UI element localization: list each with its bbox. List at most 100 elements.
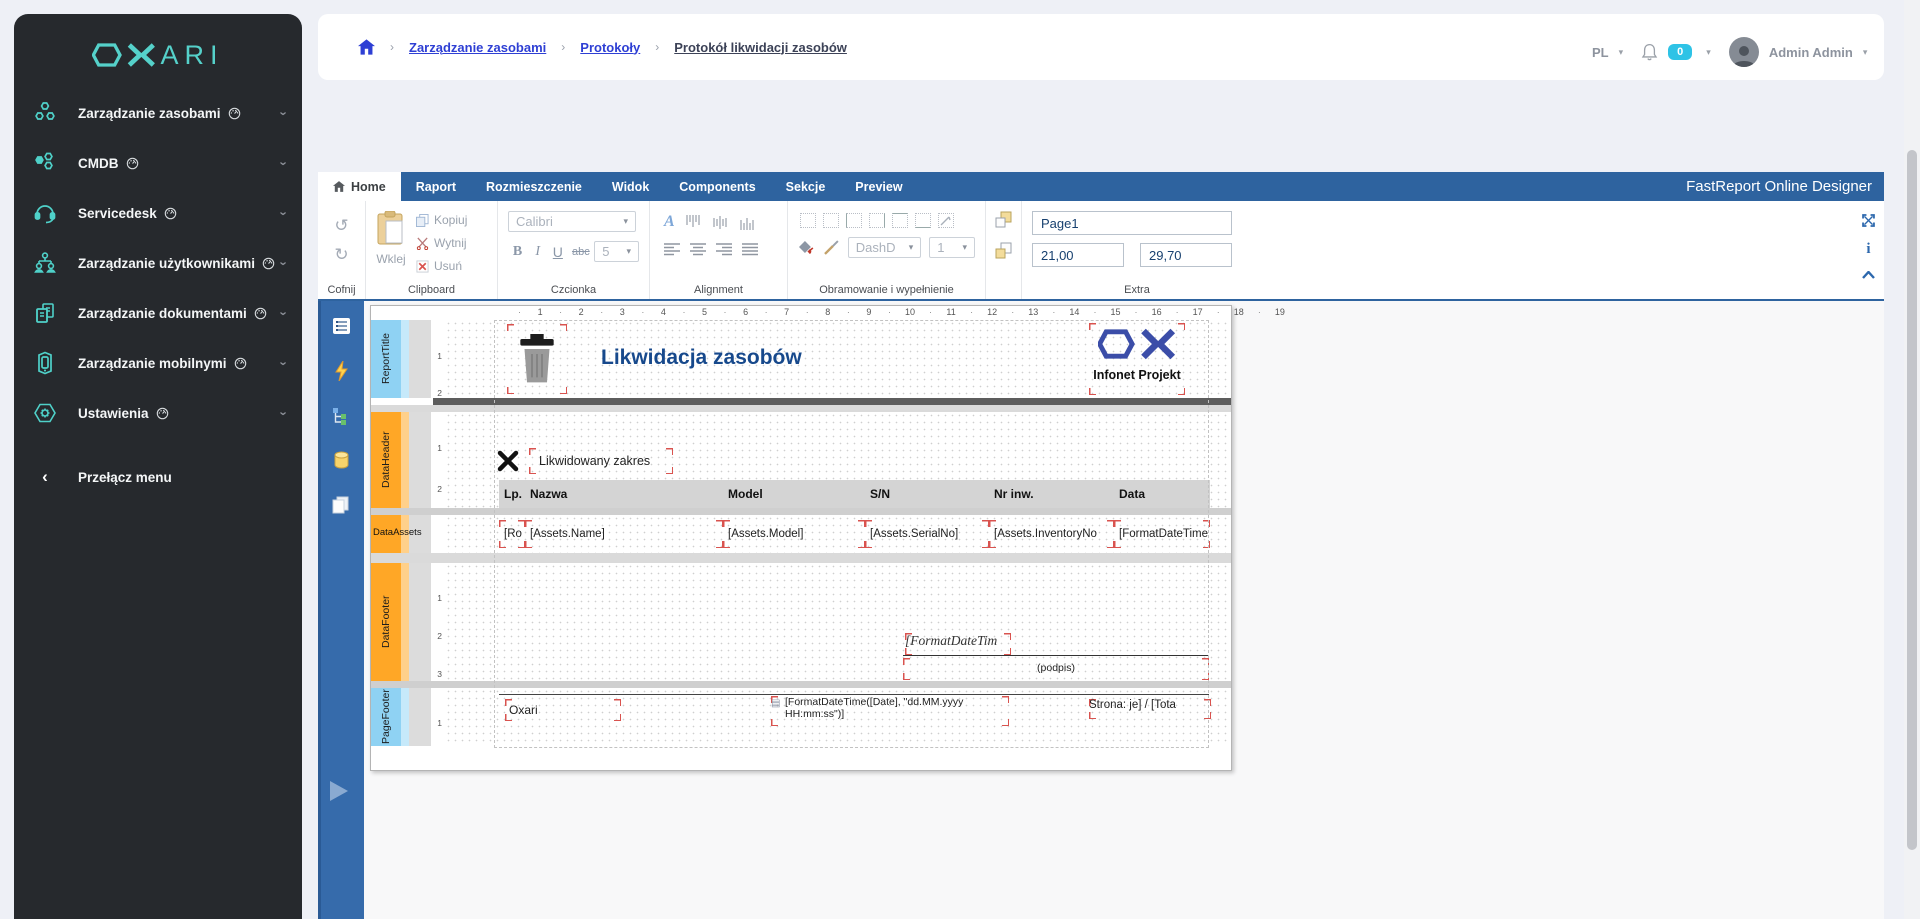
align-center-icon[interactable] [690, 243, 706, 256]
table-data-cell[interactable]: [Ro [499, 520, 525, 548]
tab-raport[interactable]: Raport [401, 172, 471, 201]
sidebar-toggle-menu[interactable]: ‹ Przełącz menu [14, 452, 302, 502]
table-data-cell[interactable]: [Assets.Model] [723, 520, 865, 548]
band-rail-page-footer[interactable]: PageFooter 1 [371, 688, 445, 746]
report-tree-icon[interactable] [332, 407, 350, 425]
band-separator[interactable] [371, 681, 1231, 688]
data-source-icon[interactable] [332, 451, 351, 470]
delete-button[interactable]: Usuń [416, 259, 467, 273]
report-title-text-object[interactable]: Likwidacja zasobów [601, 346, 802, 370]
underline-button[interactable]: U [548, 244, 567, 260]
breadcrumb-link-protocols[interactable]: Protokoły [580, 40, 640, 55]
table-data-cell[interactable]: [Assets.InventoryNo [989, 520, 1114, 548]
sidebar-item-settings[interactable]: Ustawienia › [14, 388, 302, 438]
table-data-cell[interactable]: [Assets.SerialNo] [865, 520, 989, 548]
band-rail-report-title[interactable]: ReportTitle 12 [371, 320, 445, 398]
page-width-input[interactable] [1032, 243, 1124, 267]
border-left-icon[interactable] [846, 213, 862, 228]
sidebar-item-assets[interactable]: Zarządzanie zasobami › [14, 88, 302, 138]
footer-left-object[interactable]: Oxari [505, 699, 621, 721]
strikethrough-button[interactable]: abc [568, 246, 593, 258]
font-family-select[interactable]: Calibri ▾ [508, 211, 636, 232]
sidebar-item-documents[interactable]: Zarządzanie dokumentami › [14, 288, 302, 338]
cut-button[interactable]: Wytnij [416, 236, 467, 250]
tab-sekcje[interactable]: Sekcje [771, 172, 841, 201]
bell-icon[interactable] [1641, 43, 1658, 61]
notification-badge[interactable]: 0 [1668, 44, 1693, 60]
chevron-down-icon[interactable]: ▾ [1706, 47, 1711, 58]
fill-color-icon[interactable] [798, 240, 815, 256]
band-rail-data-assets[interactable]: DataAssets [371, 515, 445, 553]
delete-range-icon[interactable] [497, 450, 519, 472]
dash-style-select[interactable]: DashD ▾ [847, 237, 922, 258]
sidebar-item-servicedesk[interactable]: Servicedesk › [14, 188, 302, 238]
run-report-icon[interactable] [326, 779, 350, 803]
border-top-icon[interactable] [892, 213, 908, 228]
table-data-cell[interactable]: [FormatDateTime [1114, 520, 1210, 548]
brush-icon[interactable] [823, 239, 840, 256]
paste-button[interactable]: Wklej [376, 210, 406, 279]
undo-button[interactable]: ↺ [328, 217, 355, 234]
align-justify-icon[interactable] [742, 243, 758, 256]
scrollbar-thumb[interactable] [1907, 150, 1917, 850]
send-to-back-icon[interactable] [995, 242, 1013, 259]
band-separator[interactable] [371, 553, 1231, 563]
align-right-icon[interactable] [716, 243, 732, 256]
table-data-cell[interactable]: [Assets.Name] [525, 520, 723, 548]
tab-widok[interactable]: Widok [597, 172, 664, 201]
footer-datetime-object[interactable]: ▤ [FormatDateTime([Date], "dd.MM.yyyy HH… [771, 696, 1009, 726]
table-header-cell[interactable]: Nr inw. [989, 480, 1114, 508]
bring-to-front-icon[interactable] [995, 211, 1013, 228]
chevron-down-icon[interactable]: ▾ [1863, 47, 1868, 58]
table-header-cell[interactable]: Data [1114, 480, 1210, 508]
band-rail-data-header[interactable]: DataHeader 12 [371, 412, 445, 508]
table-header-cell[interactable]: Lp. [499, 480, 525, 508]
redo-button[interactable]: ↻ [328, 246, 355, 263]
home-icon[interactable] [358, 39, 375, 55]
border-style-icon[interactable] [938, 213, 954, 228]
font-color-button[interactable]: A [664, 213, 675, 231]
border-outside-icon[interactable] [823, 213, 839, 228]
bold-button[interactable]: B [508, 244, 527, 260]
table-header-cell[interactable]: S/N [865, 480, 989, 508]
align-bottom-icon[interactable] [739, 215, 756, 230]
fullscreen-icon[interactable] [1861, 213, 1876, 228]
sidebar-item-users[interactable]: Zarządzanie użytkownikami › [14, 238, 302, 288]
collapse-ribbon-icon[interactable] [1862, 271, 1875, 279]
align-top-icon[interactable] [685, 214, 702, 230]
tab-components[interactable]: Components [664, 172, 770, 201]
properties-icon[interactable] [332, 317, 351, 335]
sidebar-item-cmdb[interactable]: CMDB › [14, 138, 302, 188]
chevron-down-icon[interactable]: ▾ [1619, 47, 1624, 58]
signature-date-object[interactable]: [FormatDateTim [905, 633, 1011, 655]
page-height-input[interactable] [1140, 243, 1232, 267]
table-header-cell[interactable]: Nazwa [525, 480, 723, 508]
border-all-icon[interactable] [800, 213, 816, 228]
pages-icon[interactable] [332, 496, 350, 514]
tab-rozmieszczenie[interactable]: Rozmieszczenie [471, 172, 597, 201]
footer-page-number-object[interactable]: Strona: je] / [Tota [1089, 699, 1211, 719]
border-right-icon[interactable] [869, 213, 885, 228]
avatar[interactable] [1728, 37, 1759, 67]
border-bottom-icon[interactable] [915, 213, 931, 228]
band-rail-data-footer[interactable]: DataFooter 1 2 3 [371, 563, 445, 681]
align-middle-icon[interactable] [712, 215, 729, 230]
company-logo-object[interactable]: Infonet Projekt [1089, 323, 1185, 395]
band-separator[interactable] [433, 398, 1231, 405]
line-width-select[interactable]: 1 ▾ [929, 237, 975, 258]
events-icon[interactable] [333, 361, 349, 381]
signature-label-object[interactable]: (podpis) [903, 658, 1209, 680]
align-left-icon[interactable] [664, 243, 680, 256]
info-icon[interactable]: i [1866, 241, 1870, 258]
tab-home[interactable]: Home [318, 172, 401, 201]
breadcrumb-link-assets[interactable]: Zarządzanie zasobami [409, 40, 546, 55]
tab-preview[interactable]: Preview [840, 172, 917, 201]
font-size-select[interactable]: 5 ▾ [594, 241, 639, 262]
trash-image-object[interactable] [507, 324, 567, 394]
italic-button[interactable]: I [528, 244, 547, 260]
page-name-input[interactable] [1032, 211, 1232, 235]
band-separator[interactable] [371, 508, 1231, 515]
range-label-object[interactable]: Likwidowany zakres [529, 448, 673, 474]
sidebar-item-mobile[interactable]: Zarządzanie mobilnymi › [14, 338, 302, 388]
table-header-cell[interactable]: Model [723, 480, 865, 508]
